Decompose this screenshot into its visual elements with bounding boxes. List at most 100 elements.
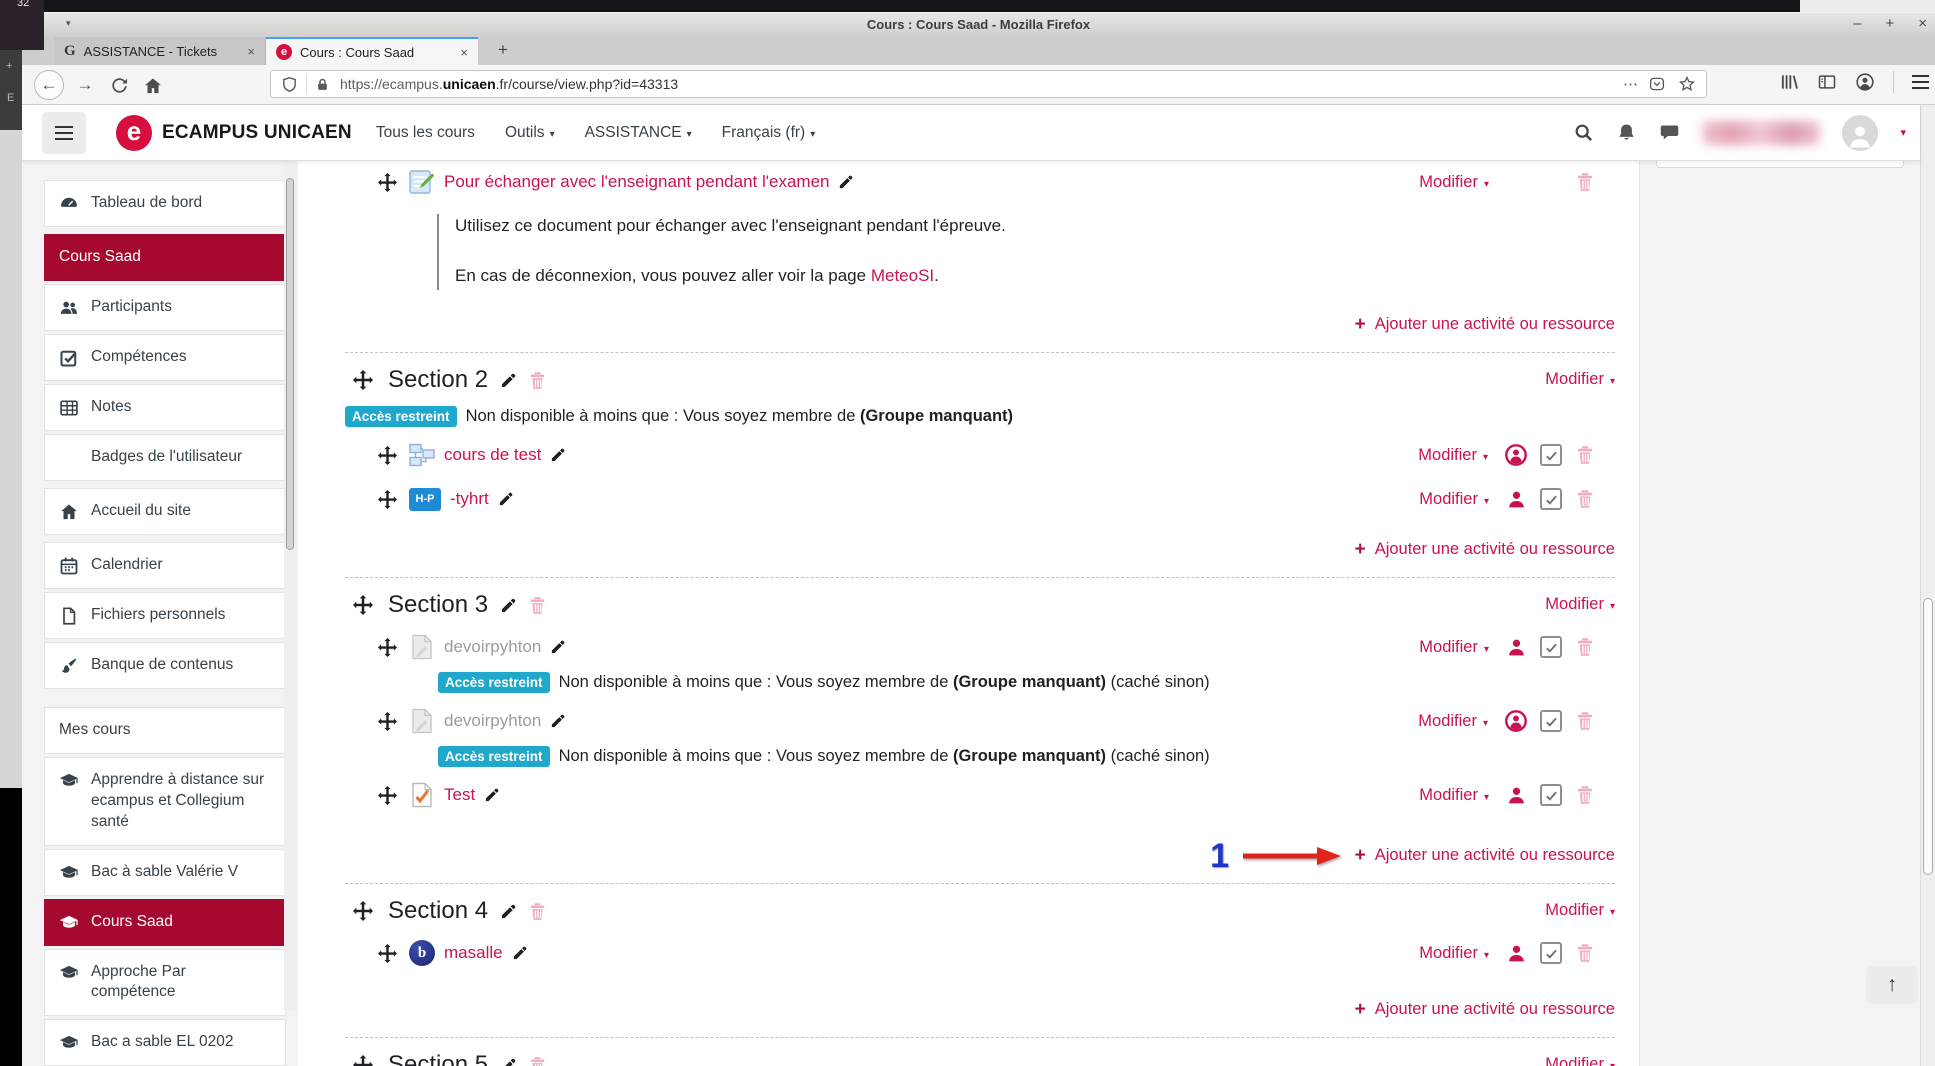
section-modify-menu[interactable]: Modifier▾ bbox=[1545, 901, 1615, 919]
add-activity-link[interactable]: Ajouter une activité ou ressource bbox=[1375, 315, 1615, 333]
groups-icon[interactable] bbox=[1505, 444, 1527, 466]
activity-link[interactable]: Pour échanger avec l'enseignant pendant … bbox=[444, 172, 829, 192]
sidebar-item-course-approche[interactable]: Approche Par compétence bbox=[44, 949, 286, 1017]
edit-pencil-icon[interactable] bbox=[500, 597, 517, 614]
sidebar-item-dashboard[interactable]: Tableau de bord bbox=[44, 180, 286, 227]
move-handle-icon[interactable] bbox=[378, 712, 397, 731]
sidebar-item-private-files[interactable]: Fichiers personnels bbox=[44, 592, 286, 639]
page-scrollbar-thumb[interactable] bbox=[1923, 598, 1933, 875]
page-scrollbar[interactable] bbox=[1920, 105, 1935, 1066]
completion-checkbox[interactable] bbox=[1540, 710, 1562, 732]
activity-link[interactable]: devoirpyhton bbox=[444, 711, 541, 731]
delete-trash-icon[interactable] bbox=[528, 1056, 547, 1066]
activity-link[interactable]: masalle bbox=[444, 943, 503, 963]
page-actions-icon[interactable]: ⋯ bbox=[1623, 75, 1638, 93]
delete-trash-icon[interactable] bbox=[528, 371, 547, 390]
delete-trash-icon[interactable] bbox=[1575, 943, 1595, 963]
modify-menu[interactable]: Modifier▾ bbox=[1418, 446, 1488, 465]
add-activity-link[interactable]: Ajouter une activité ou ressource bbox=[1375, 540, 1615, 558]
meteosi-link[interactable]: MeteoSI bbox=[871, 266, 934, 285]
move-handle-icon[interactable] bbox=[378, 944, 397, 963]
nav-link-language[interactable]: Français (fr)▾ bbox=[722, 124, 816, 142]
completion-checkbox[interactable] bbox=[1540, 488, 1562, 510]
avatar[interactable] bbox=[1842, 115, 1878, 151]
add-activity-link[interactable]: Ajouter une activité ou ressource bbox=[1375, 846, 1615, 864]
delete-trash-icon[interactable] bbox=[528, 596, 547, 615]
section-modify-menu[interactable]: Modifier▾ bbox=[1545, 370, 1615, 388]
completion-checkbox[interactable] bbox=[1540, 636, 1562, 658]
sidebar-item-badges[interactable]: Badges de l'utilisateur bbox=[44, 434, 286, 481]
user-menu-caret-icon[interactable]: ▾ bbox=[1900, 126, 1906, 139]
nav-link-tous-les-cours[interactable]: Tous les cours bbox=[376, 124, 475, 142]
modify-menu[interactable]: Modifier▾ bbox=[1419, 638, 1489, 657]
scroll-to-top-button[interactable]: ↑ bbox=[1866, 966, 1918, 1004]
delete-trash-icon[interactable] bbox=[1575, 489, 1595, 509]
tracking-shield-icon[interactable] bbox=[281, 76, 298, 93]
edit-pencil-icon[interactable] bbox=[550, 447, 566, 463]
sidebar-item-site-home[interactable]: Accueil du site bbox=[44, 488, 286, 535]
delete-trash-icon[interactable] bbox=[1575, 785, 1595, 805]
person-icon[interactable] bbox=[1506, 943, 1527, 964]
drawer-scrollbar-thumb[interactable] bbox=[286, 178, 294, 550]
nav-drawer-toggle[interactable] bbox=[42, 112, 86, 154]
person-icon[interactable] bbox=[1506, 489, 1527, 510]
modify-menu[interactable]: Modifier▾ bbox=[1419, 173, 1489, 192]
add-activity-link[interactable]: Ajouter une activité ou ressource bbox=[1375, 1000, 1615, 1018]
delete-trash-icon[interactable] bbox=[1575, 445, 1595, 465]
completion-checkbox[interactable] bbox=[1540, 942, 1562, 964]
edit-pencil-icon[interactable] bbox=[498, 491, 514, 507]
drawer-scrollbar[interactable] bbox=[284, 160, 297, 1011]
sidebar-header-my-courses[interactable]: Mes cours bbox=[44, 707, 286, 754]
maximize-button[interactable]: + bbox=[1885, 15, 1894, 32]
reload-button[interactable] bbox=[106, 73, 132, 95]
move-handle-icon[interactable] bbox=[378, 446, 397, 465]
completion-checkbox[interactable] bbox=[1540, 444, 1562, 466]
move-handle-icon[interactable] bbox=[378, 638, 397, 657]
sidebar-item-calendar[interactable]: Calendrier bbox=[44, 542, 286, 589]
edit-pencil-icon[interactable] bbox=[500, 372, 517, 389]
modify-menu[interactable]: Modifier▾ bbox=[1418, 712, 1488, 731]
move-handle-icon[interactable] bbox=[353, 370, 373, 390]
window-titlebar[interactable]: ▾ Cours : Cours Saad - Mozilla Firefox –… bbox=[22, 12, 1935, 37]
activity-link[interactable]: Test bbox=[444, 785, 475, 805]
sidebar-item-course-home[interactable]: Cours Saad bbox=[44, 234, 286, 281]
home-button[interactable] bbox=[140, 73, 166, 96]
move-handle-icon[interactable] bbox=[353, 901, 373, 921]
delete-trash-icon[interactable] bbox=[1575, 172, 1595, 192]
sidebar-item-course-bac-a-sable-valerie[interactable]: Bac à sable Valérie V bbox=[44, 849, 286, 896]
move-handle-icon[interactable] bbox=[353, 595, 373, 615]
delete-trash-icon[interactable] bbox=[528, 902, 547, 921]
messages-icon[interactable] bbox=[1659, 122, 1680, 143]
delete-trash-icon[interactable] bbox=[1575, 637, 1595, 657]
nav-link-outils[interactable]: Outils▾ bbox=[505, 124, 555, 142]
move-handle-icon[interactable] bbox=[378, 490, 397, 509]
edit-pencil-icon[interactable] bbox=[484, 787, 500, 803]
delete-trash-icon[interactable] bbox=[1575, 711, 1595, 731]
pocket-icon[interactable] bbox=[1648, 75, 1666, 93]
person-icon[interactable] bbox=[1506, 637, 1527, 658]
sidebar-item-content-bank[interactable]: Banque de contenus bbox=[44, 642, 286, 689]
new-tab-button[interactable]: + bbox=[490, 40, 516, 60]
forward-button[interactable]: → bbox=[72, 72, 98, 98]
sidebar-item-participants[interactable]: Participants bbox=[44, 284, 286, 331]
move-handle-icon[interactable] bbox=[353, 1055, 373, 1066]
library-icon[interactable] bbox=[1779, 72, 1799, 92]
edit-pencil-icon[interactable] bbox=[838, 174, 854, 190]
sidebar-item-course-apprendre[interactable]: Apprendre à distance sur ecampus et Coll… bbox=[44, 757, 286, 846]
edit-pencil-icon[interactable] bbox=[550, 639, 566, 655]
move-handle-icon[interactable] bbox=[378, 786, 397, 805]
sidebar-item-course-bac-a-sable-el[interactable]: Bac a sable EL 0202 bbox=[44, 1019, 286, 1066]
notifications-bell-icon[interactable] bbox=[1616, 122, 1637, 143]
person-icon[interactable] bbox=[1506, 785, 1527, 806]
activity-link[interactable]: cours de test bbox=[444, 445, 541, 465]
activity-link[interactable]: -tyhrt bbox=[450, 489, 489, 509]
search-icon[interactable] bbox=[1573, 122, 1594, 143]
sidebar-item-notes[interactable]: Notes bbox=[44, 384, 286, 431]
edit-pencil-icon[interactable] bbox=[500, 903, 517, 920]
modify-menu[interactable]: Modifier▾ bbox=[1419, 944, 1489, 963]
edit-pencil-icon[interactable] bbox=[512, 945, 528, 961]
url-bar[interactable]: https://ecampus.unicaen.fr/course/view.p… bbox=[270, 70, 1707, 98]
tab-close-icon[interactable]: × bbox=[247, 44, 255, 59]
groups-icon[interactable] bbox=[1505, 710, 1527, 732]
sidebars-icon[interactable] bbox=[1817, 72, 1837, 92]
